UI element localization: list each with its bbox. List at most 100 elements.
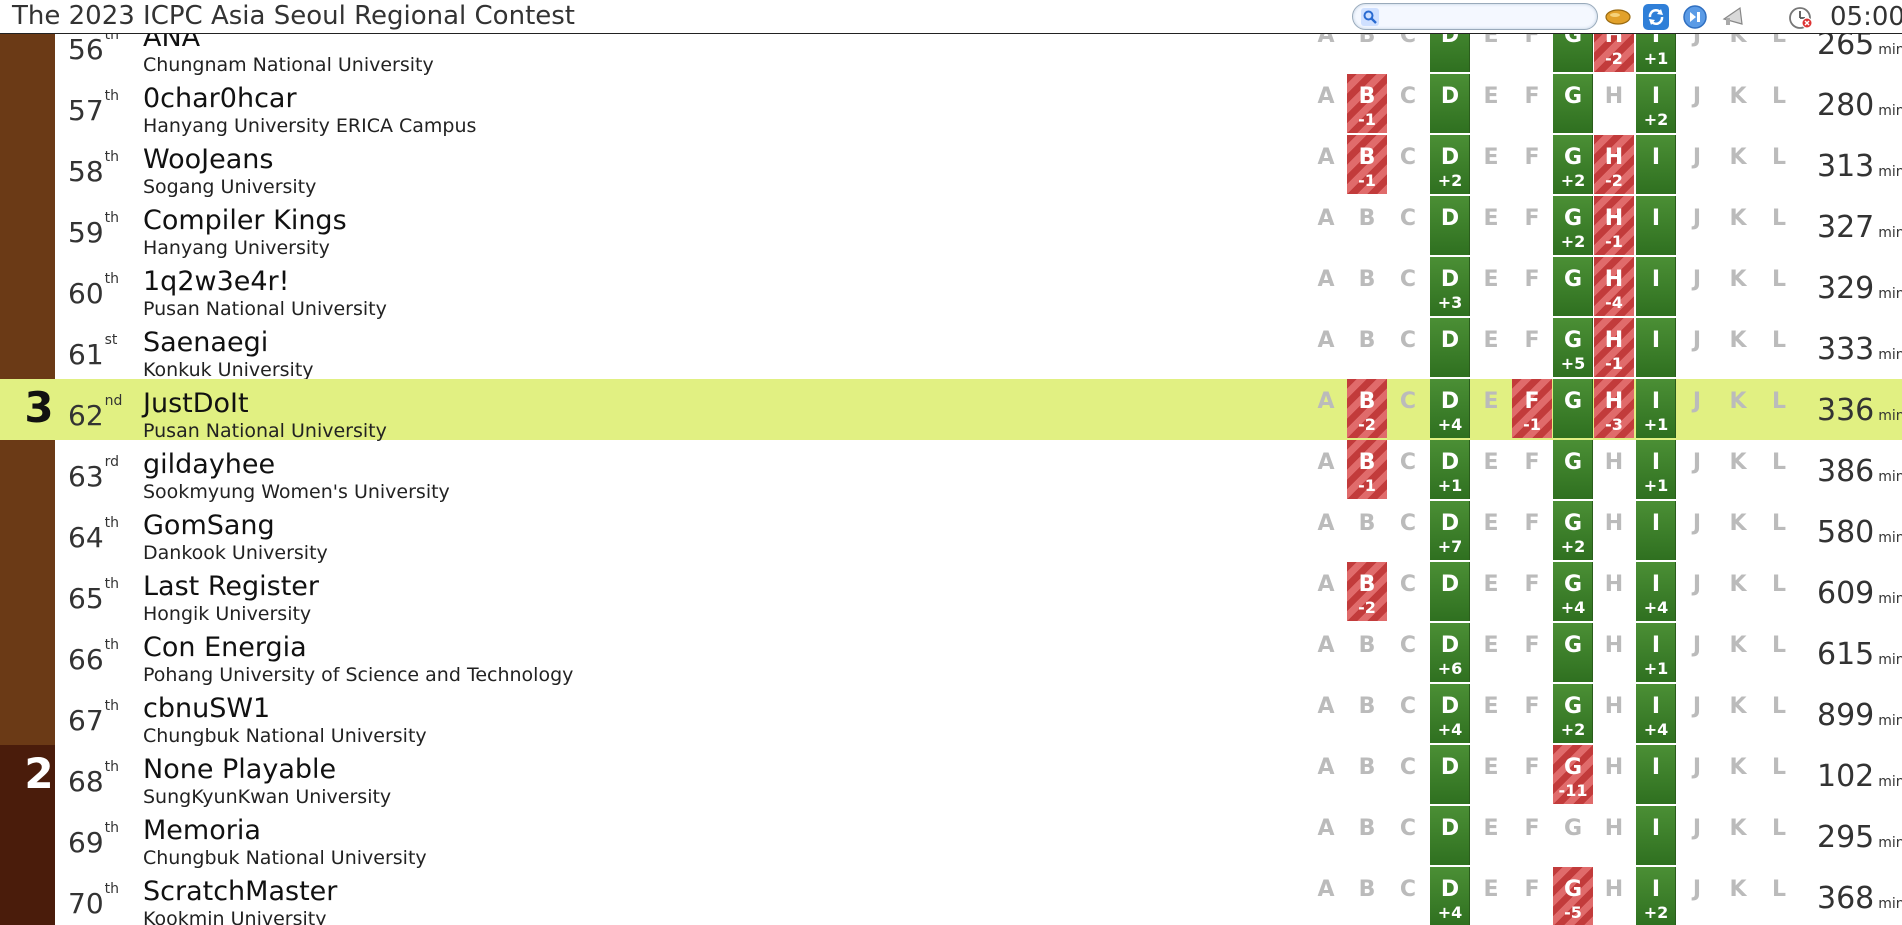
problem-cell-f[interactable]: F xyxy=(1512,684,1552,743)
problem-cell-d[interactable]: D +4 xyxy=(1430,867,1470,925)
problem-cell-i[interactable]: I +2 xyxy=(1636,867,1676,925)
problem-cell-g[interactable]: G xyxy=(1553,257,1593,316)
problem-cell-f[interactable]: F -1 xyxy=(1512,379,1552,438)
problem-cell-i[interactable]: I +2 xyxy=(1636,74,1676,133)
problem-cell-c[interactable]: C xyxy=(1388,257,1428,316)
problem-cell-a[interactable]: A xyxy=(1306,440,1346,499)
problem-cell-e[interactable]: E xyxy=(1471,135,1511,194)
problem-cell-c[interactable]: C xyxy=(1388,74,1428,133)
problem-cell-g[interactable]: G +5 xyxy=(1553,318,1593,377)
problem-cell-i[interactable]: I +1 xyxy=(1636,379,1676,438)
problem-cell-f[interactable]: F xyxy=(1512,257,1552,316)
problem-cell-k[interactable]: K xyxy=(1718,74,1758,133)
problem-cell-b[interactable]: B xyxy=(1347,196,1387,255)
problem-cell-k[interactable]: K xyxy=(1718,196,1758,255)
balloon-icon[interactable] xyxy=(1604,4,1632,30)
problem-cell-b[interactable]: B -1 xyxy=(1347,74,1387,133)
problem-cell-c[interactable]: C xyxy=(1388,501,1428,560)
problem-cell-e[interactable]: E xyxy=(1471,74,1511,133)
problem-cell-j[interactable]: J xyxy=(1677,867,1717,925)
announcement-icon[interactable] xyxy=(1720,4,1748,30)
problem-cell-d[interactable]: D xyxy=(1430,745,1470,804)
problem-cell-k[interactable]: K xyxy=(1718,745,1758,804)
problem-cell-c[interactable]: C xyxy=(1388,379,1428,438)
problem-cell-h[interactable]: H -1 xyxy=(1594,318,1634,377)
autoscroll-icon[interactable] xyxy=(1681,4,1709,30)
search-box[interactable] xyxy=(1352,3,1598,30)
problem-cell-d[interactable]: D xyxy=(1430,196,1470,255)
problem-cell-b[interactable]: B -2 xyxy=(1347,562,1387,621)
problem-cell-j[interactable]: J xyxy=(1677,501,1717,560)
problem-cell-k[interactable]: K xyxy=(1718,867,1758,925)
team-name[interactable]: cbnuSW1 xyxy=(143,693,270,724)
problem-cell-i[interactable]: I +1 xyxy=(1636,440,1676,499)
problem-cell-e[interactable]: E xyxy=(1471,623,1511,682)
problem-cell-k[interactable]: K xyxy=(1718,806,1758,865)
problem-cell-e[interactable]: E xyxy=(1471,684,1511,743)
team-name[interactable]: Saenaegi xyxy=(143,327,268,358)
problem-cell-k[interactable]: K xyxy=(1718,318,1758,377)
problem-cell-c[interactable]: C xyxy=(1388,318,1428,377)
search-input[interactable] xyxy=(1387,7,1587,27)
problem-cell-i[interactable]: I +4 xyxy=(1636,562,1676,621)
timer-icon[interactable] xyxy=(1786,4,1814,30)
problem-cell-f[interactable]: F xyxy=(1512,196,1552,255)
problem-cell-k[interactable]: K xyxy=(1718,501,1758,560)
problem-cell-j[interactable]: J xyxy=(1677,440,1717,499)
problem-cell-i[interactable]: I xyxy=(1636,745,1676,804)
problem-cell-g[interactable]: G xyxy=(1553,623,1593,682)
problem-cell-l[interactable]: L xyxy=(1759,501,1799,560)
team-name[interactable]: 0char0hcar xyxy=(143,83,297,114)
problem-cell-j[interactable]: J xyxy=(1677,74,1717,133)
problem-cell-l[interactable]: L xyxy=(1759,379,1799,438)
problem-cell-g[interactable]: G xyxy=(1553,440,1593,499)
problem-cell-k[interactable]: K xyxy=(1718,562,1758,621)
problem-cell-c[interactable]: C xyxy=(1388,196,1428,255)
problem-cell-g[interactable]: G xyxy=(1553,379,1593,438)
problem-cell-l[interactable]: L xyxy=(1759,684,1799,743)
problem-cell-c[interactable]: C xyxy=(1388,440,1428,499)
problem-cell-a[interactable]: A xyxy=(1306,562,1346,621)
problem-cell-j[interactable]: J xyxy=(1677,623,1717,682)
problem-cell-b[interactable]: B xyxy=(1347,745,1387,804)
problem-cell-f[interactable]: F xyxy=(1512,135,1552,194)
problem-cell-i[interactable]: I +4 xyxy=(1636,684,1676,743)
team-row[interactable]: 66th Con Energia Pohang University of Scie… xyxy=(0,623,1902,686)
team-name[interactable]: WooJeans xyxy=(143,144,273,175)
problem-cell-a[interactable]: A xyxy=(1306,867,1346,925)
problem-cell-a[interactable]: A xyxy=(1306,318,1346,377)
problem-cell-g[interactable]: G -5 xyxy=(1553,867,1593,925)
problem-cell-g[interactable]: G +2 xyxy=(1553,196,1593,255)
problem-cell-l[interactable]: L xyxy=(1759,867,1799,925)
problem-cell-h[interactable]: H xyxy=(1594,867,1634,925)
problem-cell-a[interactable]: A xyxy=(1306,196,1346,255)
problem-cell-j[interactable]: J xyxy=(1677,562,1717,621)
problem-cell-h[interactable]: H xyxy=(1594,74,1634,133)
problem-cell-b[interactable]: B xyxy=(1347,257,1387,316)
problem-cell-l[interactable]: L xyxy=(1759,806,1799,865)
problem-cell-h[interactable]: H xyxy=(1594,684,1634,743)
problem-cell-k[interactable]: K xyxy=(1718,257,1758,316)
team-row[interactable]: 69th Memoria Chungbuk National University A… xyxy=(0,806,1902,869)
team-name[interactable]: gildayhee xyxy=(143,449,275,480)
team-row[interactable]: 57th 0char0hcar Hanyang University ERICA C… xyxy=(0,74,1902,137)
problem-cell-a[interactable]: A xyxy=(1306,74,1346,133)
problem-cell-a[interactable]: A xyxy=(1306,684,1346,743)
team-name[interactable]: ScratchMaster xyxy=(143,876,337,907)
problem-cell-e[interactable]: E xyxy=(1471,806,1511,865)
team-name[interactable]: GomSang xyxy=(143,510,275,541)
problem-cell-g[interactable]: G +4 xyxy=(1553,562,1593,621)
problem-cell-i[interactable]: I xyxy=(1636,806,1676,865)
problem-cell-e[interactable]: E xyxy=(1471,562,1511,621)
problem-cell-k[interactable]: K xyxy=(1718,440,1758,499)
team-name[interactable]: Memoria xyxy=(143,815,261,846)
problem-cell-e[interactable]: E xyxy=(1471,196,1511,255)
problem-cell-l[interactable]: L xyxy=(1759,74,1799,133)
problem-cell-c[interactable]: C xyxy=(1388,135,1428,194)
problem-cell-f[interactable]: F xyxy=(1512,867,1552,925)
problem-cell-b[interactable]: B xyxy=(1347,806,1387,865)
problem-cell-f[interactable]: F xyxy=(1512,806,1552,865)
problem-cell-k[interactable]: K xyxy=(1718,135,1758,194)
problem-cell-i[interactable]: I xyxy=(1636,135,1676,194)
problem-cell-d[interactable]: D +4 xyxy=(1430,379,1470,438)
